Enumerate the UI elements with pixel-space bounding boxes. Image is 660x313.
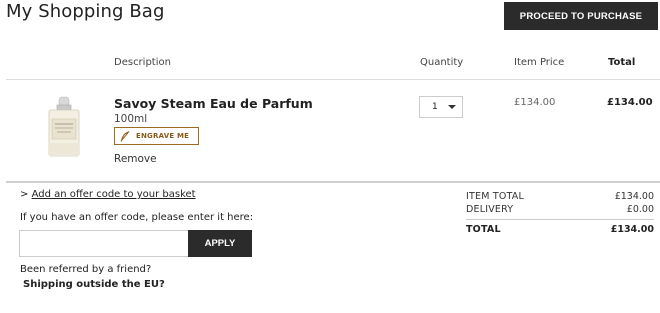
item-price: £134.00 [514, 97, 556, 108]
grand-total-value: £134.00 [610, 224, 654, 235]
offer-link-prefix: > [20, 189, 29, 200]
column-header-item-price: Item Price [514, 57, 565, 68]
column-header-total: Total [608, 57, 636, 68]
product-name[interactable]: Savoy Steam Eau de Parfum [114, 96, 313, 111]
summary-divider [466, 219, 654, 220]
column-header-quantity: Quantity [420, 57, 464, 68]
grand-total-label: TOTAL [466, 224, 501, 235]
engrave-me-button[interactable]: ENGRAVE ME [114, 127, 199, 145]
offer-code-input[interactable] [19, 230, 189, 257]
feather-pen-icon [120, 127, 130, 146]
quantity-value: 1 [432, 102, 438, 112]
engrave-me-label: ENGRAVE ME [136, 132, 190, 140]
product-size: 100ml [114, 113, 148, 125]
remove-link[interactable]: Remove [114, 153, 157, 165]
delivery-value: £0.00 [626, 204, 654, 215]
offer-link-text[interactable]: Add an offer code to your basket [32, 189, 196, 200]
column-header-description: Description [114, 57, 171, 68]
chevron-down-icon [448, 105, 456, 109]
item-total-value: £134.00 [614, 191, 654, 202]
shipping-outside-eu-link[interactable]: Shipping outside the EU? [23, 279, 165, 290]
delivery-label: DELIVERY [466, 204, 514, 215]
offer-code-prompt: If you have an offer code, please enter … [20, 212, 254, 223]
apply-button[interactable]: APPLY [188, 230, 252, 257]
header-divider [6, 79, 660, 80]
item-total: £134.00 [607, 97, 653, 108]
items-divider [6, 181, 660, 183]
item-total-label: ITEM TOTAL [466, 191, 524, 202]
proceed-to-purchase-button[interactable]: PROCEED TO PURCHASE [504, 2, 658, 30]
page-title: My Shopping Bag [6, 1, 165, 22]
quantity-select[interactable]: 1 [419, 96, 463, 118]
referred-by-friend-link[interactable]: Been referred by a friend? [20, 264, 151, 275]
add-offer-code-link[interactable]: > Add an offer code to your basket [20, 189, 196, 200]
product-thumbnail[interactable] [42, 95, 86, 159]
